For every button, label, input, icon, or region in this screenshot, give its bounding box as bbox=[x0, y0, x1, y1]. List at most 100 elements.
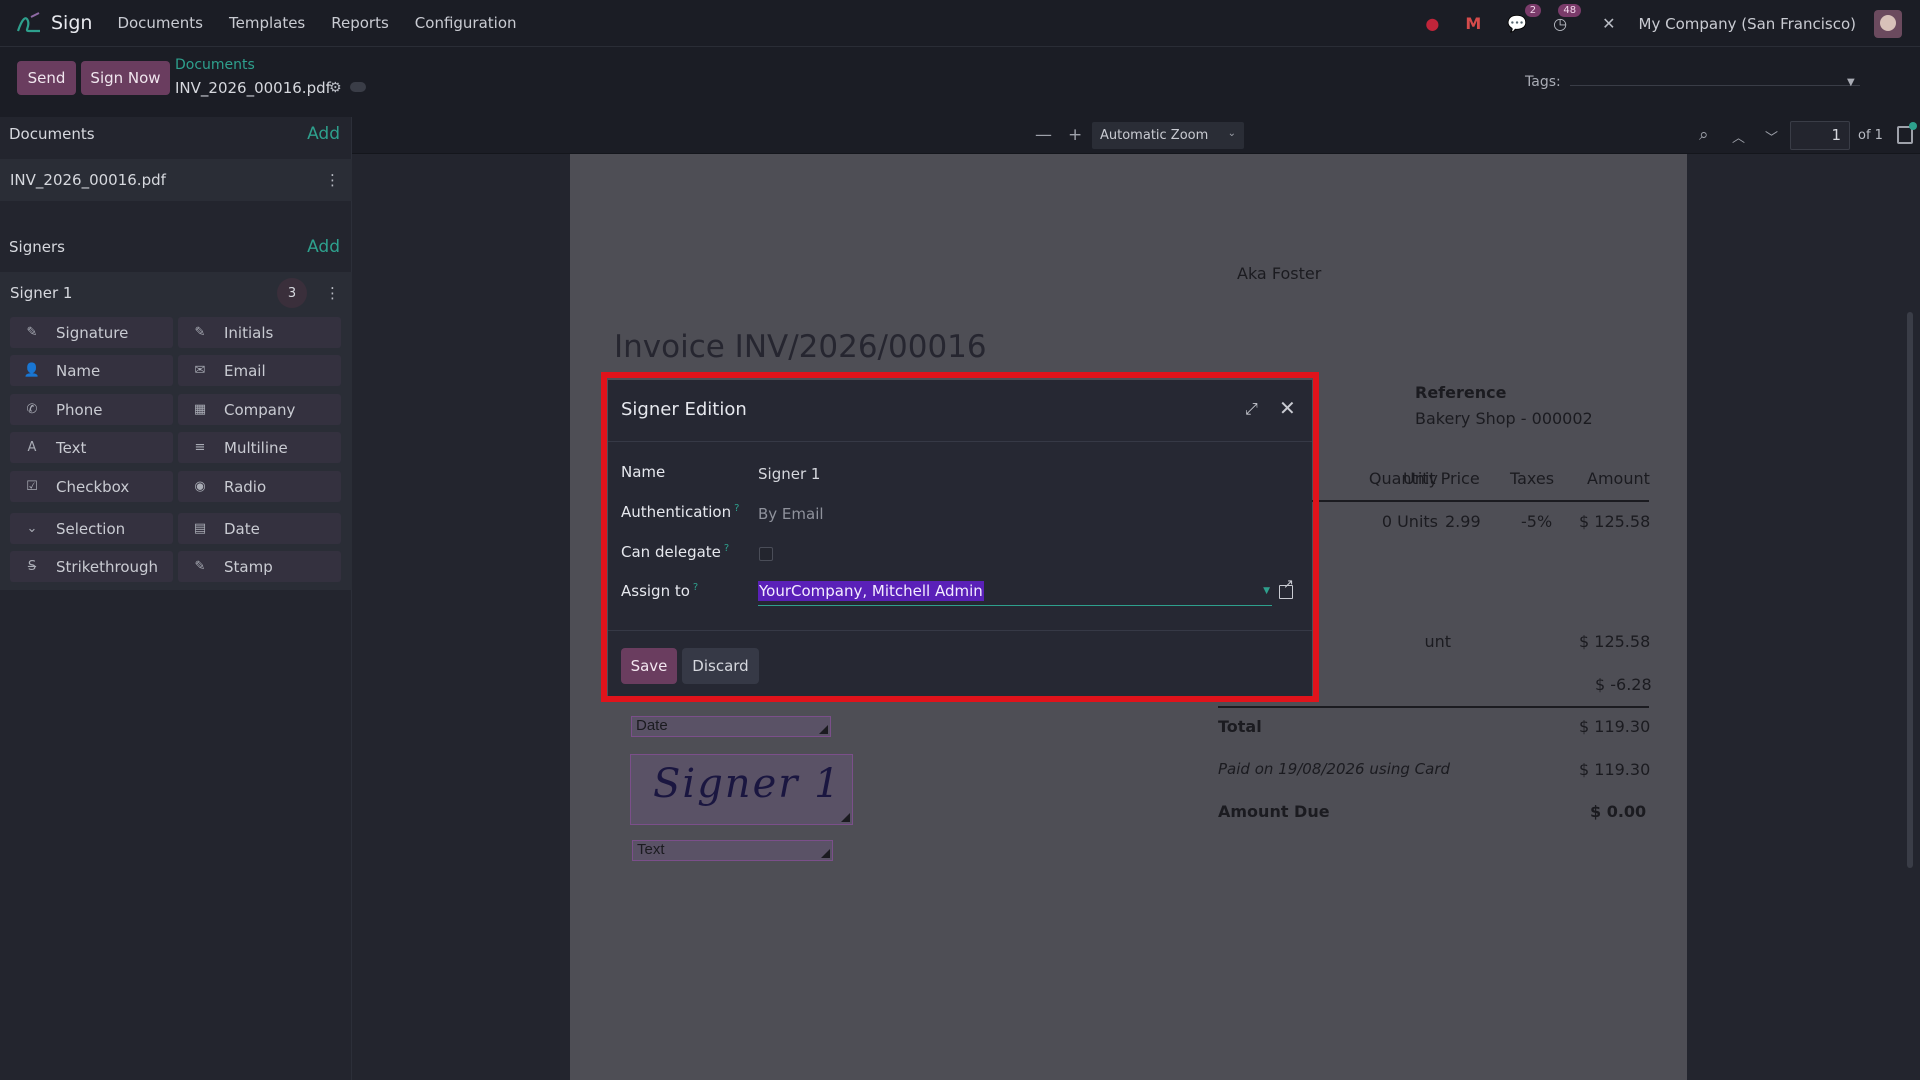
caret-down-icon[interactable]: ▼ bbox=[1263, 586, 1270, 596]
field-name[interactable]: 👤 Name bbox=[10, 355, 173, 386]
user-icon: 👤 bbox=[23, 363, 41, 378]
kebab-menu-icon[interactable]: ⋮ bbox=[325, 171, 340, 189]
field-radio[interactable]: ◉ Radio bbox=[178, 471, 341, 502]
authentication-value[interactable]: By Email bbox=[758, 505, 824, 523]
discard-button[interactable]: Discard bbox=[682, 648, 759, 684]
total-rule bbox=[1218, 706, 1649, 708]
save-button[interactable]: Save bbox=[621, 648, 677, 684]
external-link-icon[interactable] bbox=[1279, 577, 1294, 599]
tax-value: $ -6.28 bbox=[1595, 675, 1652, 694]
search-icon[interactable]: ⌕ bbox=[1699, 125, 1709, 145]
menu-templates[interactable]: Templates bbox=[229, 14, 305, 32]
field-types-panel-cont: ⌄ Selection ▤ Date S̶ Strikethrough ✎ Stamp bbox=[0, 510, 352, 590]
field-phone[interactable]: ✆ Phone bbox=[10, 394, 173, 425]
field-initials[interactable]: ✎ Initials bbox=[178, 317, 341, 348]
sidebar-toggle-icon[interactable] bbox=[1897, 122, 1917, 144]
signer-field-count: 3 bbox=[277, 278, 307, 308]
pdf-date-field[interactable]: Date bbox=[631, 716, 831, 737]
company-switcher[interactable]: My Company (San Francisco) bbox=[1639, 15, 1856, 33]
field-email[interactable]: ✉ Email bbox=[178, 355, 341, 386]
field-strikethrough[interactable]: S̶ Strikethrough bbox=[10, 551, 173, 582]
app-brand[interactable]: Sign bbox=[51, 12, 92, 34]
record-dot-icon[interactable]: ● bbox=[1425, 14, 1439, 33]
phone-icon: ✆ bbox=[26, 402, 38, 417]
tags-label: Tags: bbox=[1525, 74, 1561, 90]
menu-reports[interactable]: Reports bbox=[331, 14, 389, 32]
field-date[interactable]: ▤ Date bbox=[178, 513, 341, 544]
can-delegate-checkbox[interactable] bbox=[759, 547, 773, 561]
next-page-icon[interactable]: ﹀ bbox=[1765, 127, 1778, 146]
font-icon: A bbox=[27, 440, 37, 455]
zoom-value: Automatic Zoom bbox=[1100, 128, 1209, 143]
monogram-icon[interactable]: M bbox=[1465, 14, 1481, 33]
menu-configuration[interactable]: Configuration bbox=[415, 14, 517, 32]
col-taxes: Taxes bbox=[1510, 469, 1555, 488]
field-text[interactable]: A Text bbox=[10, 432, 173, 463]
tags-input[interactable] bbox=[1570, 85, 1860, 86]
row-taxes: -5% bbox=[1521, 512, 1553, 531]
zoom-in-icon[interactable]: + bbox=[1068, 125, 1082, 145]
dialog-title: Signer Edition bbox=[621, 399, 747, 420]
field-stamp[interactable]: ✎ Stamp bbox=[178, 551, 341, 582]
send-button[interactable]: Send bbox=[17, 61, 76, 95]
help-tooltip-icon[interactable]: ? bbox=[734, 503, 739, 514]
field-signature[interactable]: ✎ Signature bbox=[10, 317, 173, 348]
activity-clock-icon[interactable]: ◷ 48 bbox=[1553, 4, 1582, 33]
close-icon[interactable]: ✕ bbox=[1279, 396, 1296, 420]
tools-icon[interactable]: ✕ bbox=[1602, 14, 1615, 33]
calendar-icon: ▤ bbox=[193, 521, 207, 536]
field-company[interactable]: ▦ Company bbox=[178, 394, 341, 425]
menu-documents[interactable]: Documents bbox=[117, 14, 203, 32]
signer-row[interactable]: Signer 1 3 ⋮ bbox=[0, 272, 352, 314]
page-number-input[interactable]: 1 bbox=[1790, 121, 1850, 150]
assign-to-input[interactable]: YourCompany, Mitchell Admin ▼ bbox=[758, 580, 1272, 606]
document-name: INV_2026_00016.pdf bbox=[10, 171, 166, 189]
zoom-select[interactable]: Automatic Zoom ⌄ bbox=[1092, 122, 1244, 149]
envelope-icon: ✉ bbox=[194, 363, 206, 378]
chat-icon[interactable]: 💬 2 bbox=[1507, 4, 1542, 33]
pencil-square-icon: ✎ bbox=[194, 325, 206, 340]
viewer-scrollbar[interactable] bbox=[1907, 312, 1913, 868]
dialog-footer-divider bbox=[608, 630, 1312, 631]
signers-section-header: Signers Add bbox=[0, 230, 352, 264]
expand-icon[interactable]: ⤢ bbox=[1245, 399, 1258, 419]
help-tooltip-icon[interactable]: ? bbox=[693, 582, 698, 593]
assign-to-label: Assign to? bbox=[621, 582, 699, 600]
name-value[interactable]: Signer 1 bbox=[758, 465, 820, 483]
row-amount: $ 125.58 bbox=[1579, 512, 1651, 531]
chevron-down-icon: ⌄ bbox=[26, 521, 38, 536]
add-document-button[interactable]: Add bbox=[307, 124, 340, 144]
user-avatar[interactable] bbox=[1874, 9, 1902, 38]
resize-handle-icon[interactable] bbox=[821, 849, 830, 858]
help-tooltip-icon[interactable]: ? bbox=[724, 543, 729, 554]
row-unit-price: 2.99 bbox=[1445, 512, 1481, 531]
col-unit-price: Unit Price bbox=[1403, 469, 1480, 488]
resize-handle-icon[interactable] bbox=[819, 725, 828, 734]
chevron-down-icon: ⌄ bbox=[1227, 128, 1236, 139]
chevron-down-icon[interactable]: ▼ bbox=[1847, 77, 1855, 88]
sign-now-button[interactable]: Sign Now bbox=[81, 61, 170, 95]
field-multiline[interactable]: ≡ Multiline bbox=[178, 432, 341, 463]
activity-badge: 48 bbox=[1558, 4, 1582, 17]
add-signer-button[interactable]: Add bbox=[307, 237, 340, 257]
field-selection[interactable]: ⌄ Selection bbox=[10, 513, 173, 544]
breadcrumb-documents[interactable]: Documents bbox=[175, 57, 255, 73]
kebab-menu-icon[interactable]: ⋮ bbox=[325, 284, 340, 302]
navbar-systray: ● M 💬 2 ◷ 48 ✕ My Company (San Francisco) bbox=[1412, 0, 1920, 47]
pdf-text-field[interactable]: Text bbox=[632, 840, 833, 861]
document-row[interactable]: INV_2026_00016.pdf ⋮ bbox=[0, 159, 352, 201]
gear-icon[interactable]: ⚙ bbox=[329, 80, 342, 96]
row-quantity: 0 Units bbox=[1381, 512, 1438, 531]
signer-name: Signer 1 bbox=[10, 284, 73, 302]
sign-app-logo-icon[interactable] bbox=[15, 9, 43, 37]
control-panel: Send Sign Now Documents INV_2026_00016.p… bbox=[0, 47, 1920, 117]
paid-label: Paid on 19/08/2026 using Card bbox=[1218, 760, 1451, 778]
resize-handle-icon[interactable] bbox=[841, 813, 850, 822]
pdf-signature-field[interactable]: Signer 1 bbox=[630, 754, 853, 825]
signer-edition-dialog: Signer Edition ⤢ ✕ Name Signer 1 Authent… bbox=[608, 380, 1312, 696]
zoom-out-icon[interactable]: — bbox=[1035, 125, 1052, 145]
previous-page-icon[interactable]: ︿ bbox=[1732, 127, 1745, 146]
col-amount: Amount bbox=[1587, 469, 1650, 488]
field-checkbox[interactable]: ☑ Checkbox bbox=[10, 471, 173, 502]
authentication-label: Authentication? bbox=[621, 503, 740, 521]
